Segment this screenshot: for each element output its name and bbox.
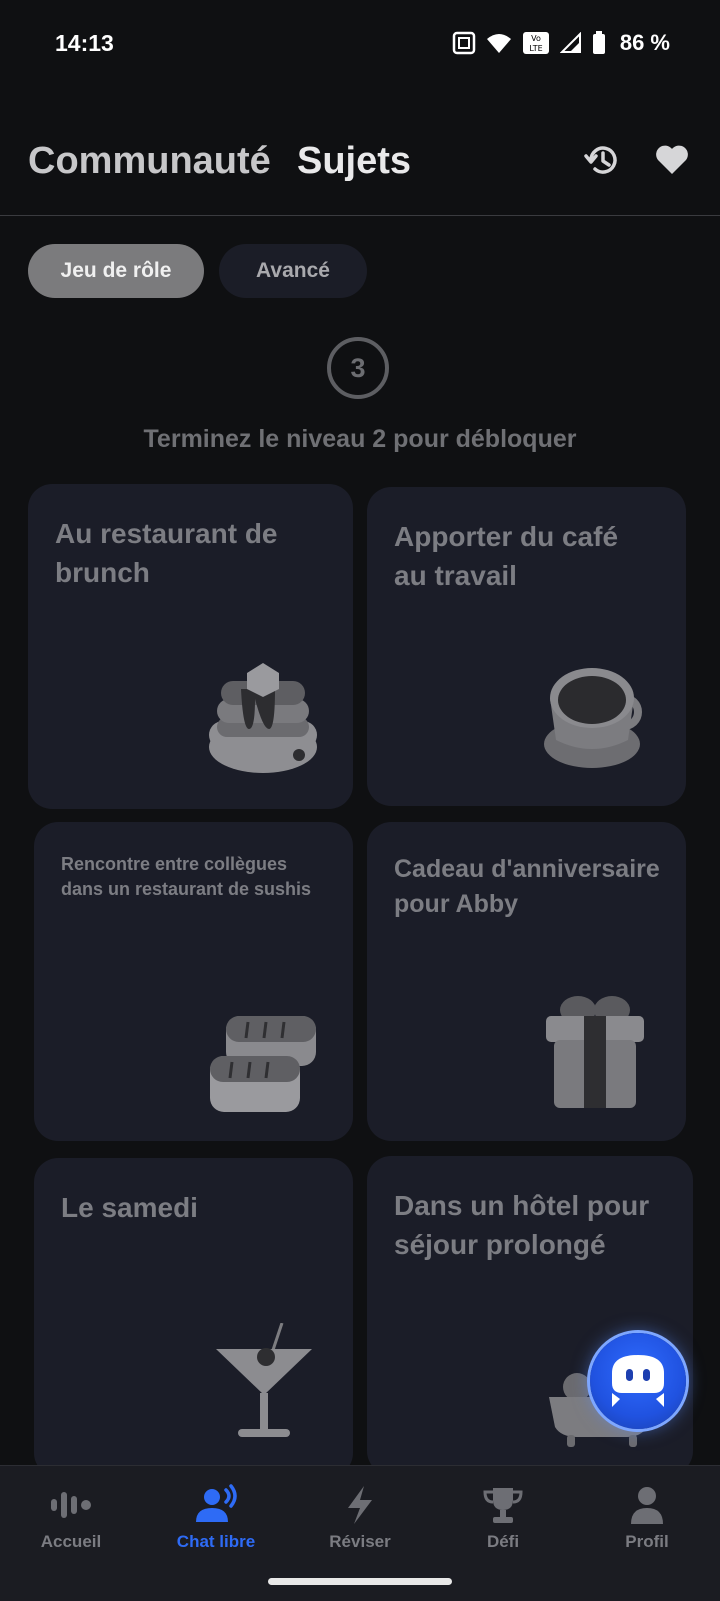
history-icon[interactable]: [583, 140, 623, 180]
topic-card-birthday-gift[interactable]: Cadeau d'anniversaire pour Abby: [367, 822, 686, 1141]
nfc-icon: [452, 31, 476, 55]
heart-icon[interactable]: [652, 140, 692, 180]
signal-icon: [559, 32, 581, 53]
nav-label: Chat libre: [176, 1532, 256, 1551]
svg-text:LTE: LTE: [529, 44, 542, 53]
card-title: Au restaurant de brunch: [55, 518, 278, 589]
nav-item-review[interactable]: Réviser: [300, 1484, 420, 1552]
nav-label: Réviser: [329, 1532, 391, 1551]
unlock-message: Terminez le niveau 2 pour débloquer: [143, 425, 577, 453]
volte-icon: VoLTE: [522, 32, 549, 54]
card-title: Cadeau d'anniversaire pour Abby: [394, 855, 660, 918]
cocktail-glass-icon: [216, 1323, 312, 1437]
top-header: Communauté Sujets: [0, 120, 720, 216]
voice-wave-icon: [51, 1492, 91, 1518]
battery-level: 86 %: [619, 30, 670, 55]
nav-item-profile[interactable]: Profil: [587, 1484, 707, 1552]
nav-item-home[interactable]: Accueil: [11, 1484, 131, 1552]
nav-label: Profil: [625, 1532, 669, 1551]
filter-roleplay[interactable]: Jeu de rôle: [28, 244, 204, 298]
home-indicator[interactable]: [268, 1578, 452, 1585]
nav-item-free-chat[interactable]: Chat libre: [156, 1484, 276, 1552]
nav-item-challenge[interactable]: Défi: [443, 1484, 563, 1552]
tab-topics[interactable]: Sujets: [297, 140, 411, 183]
pancake-stack-icon: [209, 663, 317, 773]
status-bar: 14:13 Vo LTE 86 %: [0, 0, 720, 92]
svg-text:Vo: Vo: [531, 34, 541, 43]
speaking-person-icon: [196, 1484, 237, 1522]
topic-card-sushi[interactable]: Rencontre entre collègues dans un restau…: [34, 822, 353, 1141]
topic-card-saturday[interactable]: Le samedi: [34, 1158, 353, 1477]
gift-box-icon: [546, 996, 644, 1108]
wifi-icon: [486, 34, 511, 53]
nav-label: Accueil: [40, 1532, 102, 1551]
card-title: Rencontre entre collègues dans un restau…: [61, 854, 312, 900]
sushi-icon: [210, 1016, 316, 1112]
topic-card-coffee[interactable]: Apporter du café au travail: [367, 487, 686, 806]
nav-label: Défi: [486, 1532, 520, 1551]
card-title: Apporter du café au travail: [394, 521, 619, 592]
card-title: Dans un hôtel pour séjour prolongé: [394, 1190, 650, 1261]
robot-assistant-icon: [612, 1355, 664, 1407]
person-icon: [631, 1487, 663, 1524]
status-icons: Vo LTE 86 %: [452, 30, 670, 56]
card-title: Le samedi: [61, 1192, 198, 1223]
topic-card-brunch[interactable]: Au restaurant de brunch: [28, 484, 353, 809]
coffee-cup-icon: [544, 668, 642, 768]
filter-advanced[interactable]: Avancé: [219, 244, 367, 298]
level-badge: 3: [327, 337, 389, 399]
trophy-icon: [483, 1488, 523, 1523]
lightning-icon: [348, 1486, 372, 1524]
battery-icon: [592, 31, 605, 54]
assistant-button[interactable]: [590, 1333, 686, 1429]
clock: 14:13: [55, 30, 114, 56]
tab-community[interactable]: Communauté: [28, 140, 271, 183]
